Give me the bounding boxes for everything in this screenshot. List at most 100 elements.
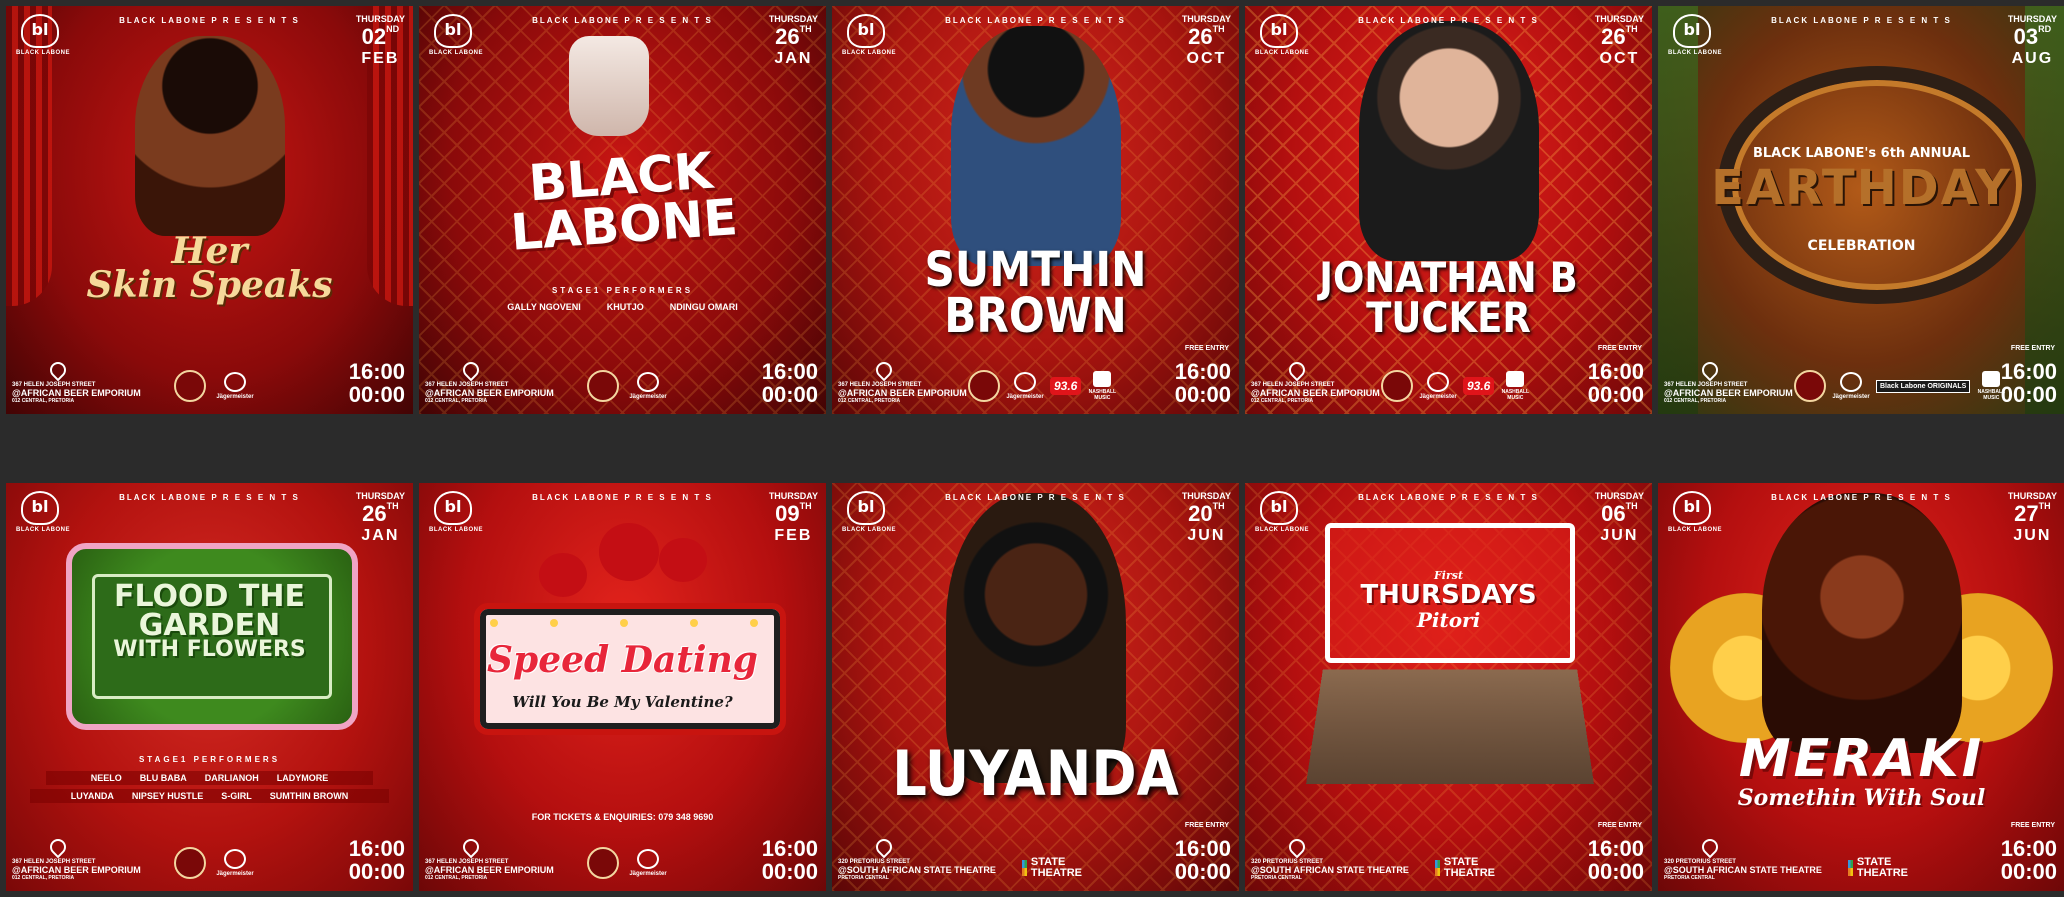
jagermeister-logo: Jägermeister xyxy=(629,372,667,400)
event-times: 16:00 00:00 xyxy=(762,360,818,406)
venue-block: 367 HELEN JOSEPH STREET @AFRICAN BEER EMP… xyxy=(425,358,555,404)
event-date: THURSDAY 26TH JAN xyxy=(356,491,405,545)
poster-her-skin-speaks[interactable]: bl BLACK LABONE BLACK LABONE P R E S E N … xyxy=(6,6,413,414)
performer-photo xyxy=(134,36,285,236)
poster-earthday-celebration[interactable]: bl BLACK LABONE BLACK LABONE P R E S E N … xyxy=(1658,6,2064,414)
date-weekday: THURSDAY xyxy=(1594,491,1644,501)
date-month: JUN xyxy=(2013,527,2052,544)
sponsors: STATE THEATRE xyxy=(1022,857,1082,879)
venue-name: @AFRICAN BEER EMPORIUM xyxy=(12,865,141,875)
marquee-bulb xyxy=(750,619,758,627)
end-time: 00:00 xyxy=(761,858,818,884)
performer-name: NIPSEY HUSTLE xyxy=(131,791,204,801)
date-day: 27TH xyxy=(2008,501,2057,527)
venue-area: 012 CENTRAL, PRETORIA xyxy=(1251,398,1314,404)
jagermeister-logo: Jägermeister xyxy=(216,849,254,877)
location-pin-icon xyxy=(459,358,483,382)
title-line-2: GARDEN xyxy=(138,607,281,643)
event-times: 16:00 00:00 xyxy=(349,837,405,883)
date-day-suffix: TH xyxy=(1625,501,1638,511)
marquee-bulb xyxy=(490,619,498,627)
performer-photo xyxy=(1761,493,1962,753)
heart-balloon-icon xyxy=(659,538,707,582)
poster-meraki[interactable]: bl BLACK LABONE BLACK LABONE P R E S E N … xyxy=(1658,483,2064,891)
sponsors: Jägermeister xyxy=(174,847,254,879)
date-month: FEB xyxy=(361,50,400,67)
venue-area: PRETORIA CENTRAL xyxy=(838,875,889,881)
poster-sumthin-brown[interactable]: bl BLACK LABONE BLACK LABONE P R E S E N … xyxy=(832,6,1239,414)
venue-block: 320 PRETORIUS STREET @SOUTH AFRICAN STATE… xyxy=(1251,835,1409,881)
seal-icon xyxy=(1381,370,1413,402)
venue-name: @AFRICAN BEER EMPORIUM xyxy=(425,865,554,875)
location-pin-icon xyxy=(46,358,70,382)
event-title: Her Skin Speaks xyxy=(6,233,413,303)
poster-first-thursdays-pitori[interactable]: bl BLACK LABONE BLACK LABONE P R E S E N … xyxy=(1245,483,1652,891)
free-entry-label: FREE ENTRY xyxy=(2010,822,2055,829)
poster-jonathan-b-tucker[interactable]: bl BLACK LABONE BLACK LABONE P R E S E N … xyxy=(1245,6,1652,414)
date-day: 06TH xyxy=(1595,501,1644,527)
lineup-row-2: LUYANDA NIPSEY HUSTLE S-GIRL SUMTHIN BRO… xyxy=(30,789,389,803)
annual-label: BLACK LABONE's 6th ANNUAL xyxy=(1752,146,1971,161)
event-date: THURSDAY 06TH JUN xyxy=(1595,491,1644,545)
performer-name: S-GIRL xyxy=(221,791,252,801)
venue-area: PRETORIA CENTRAL xyxy=(1251,875,1302,881)
end-time: 00:00 xyxy=(1174,381,1231,407)
sponsors: Jägermeister xyxy=(174,370,254,402)
poster-row-2: bl BLACK LABONE BLACK LABONE P R E S E N … xyxy=(6,483,2064,891)
start-time: 16:00 xyxy=(761,358,818,384)
date-day-number: 20 xyxy=(1188,501,1213,526)
radio-station-logo: 93.6 xyxy=(1050,377,1082,395)
start-time: 16:00 xyxy=(761,835,818,861)
event-title: FLOOD THE GARDEN WITH FLOWERS xyxy=(6,582,413,661)
date-weekday: THURSDAY xyxy=(768,14,818,24)
event-times: 16:00 00:00 xyxy=(1175,837,1231,883)
presents-text: BLACK LABONE P R E S E N T S xyxy=(532,493,713,502)
date-month: OCT xyxy=(1186,50,1227,67)
presents-text: BLACK LABONE P R E S E N T S xyxy=(945,493,1126,502)
date-day-suffix: RD xyxy=(2038,24,2052,34)
presents-text: BLACK LABONE P R E S E N T S xyxy=(1771,16,1952,25)
event-times: 16:00 00:00 xyxy=(1175,360,1231,406)
venue-area: 012 CENTRAL, PRETORIA xyxy=(1664,398,1727,404)
radio-station-logo: 93.6 xyxy=(1463,377,1495,395)
sponsors: Jägermeister 93.6 NASHBALL MUSIC xyxy=(1381,370,1530,402)
date-day-suffix: TH xyxy=(1212,501,1225,511)
location-pin-icon xyxy=(1285,358,1309,382)
tickets-info: FOR TICKETS & ENQUIRIES: 079 348 9690 xyxy=(531,812,714,822)
end-time: 00:00 xyxy=(1174,858,1231,884)
date-weekday: THURSDAY xyxy=(1181,491,1231,501)
start-time: 16:00 xyxy=(348,835,405,861)
poster-luyanda[interactable]: bl BLACK LABONE BLACK LABONE P R E S E N … xyxy=(832,483,1239,891)
event-date: THURSDAY 02ND FEB xyxy=(356,14,405,68)
marquee-bulb xyxy=(620,619,628,627)
poster-speed-dating[interactable]: bl BLACK LABONE BLACK LABONE P R E S E N … xyxy=(419,483,826,891)
date-month: FEB xyxy=(774,527,813,544)
state-theatre-logo: STATE THEATRE xyxy=(1435,857,1495,879)
poster-flood-the-garden[interactable]: bl BLACK LABONE BLACK LABONE P R E S E N … xyxy=(6,483,413,891)
end-time: 00:00 xyxy=(1587,858,1644,884)
event-date: THURSDAY 20TH JUN xyxy=(1182,491,1231,545)
event-times: 16:00 00:00 xyxy=(349,360,405,406)
title-line-2: BROWN xyxy=(944,287,1127,344)
poster-black-labone[interactable]: bl BLACK LABONE BLACK LABONE P R E S E N … xyxy=(419,6,826,414)
venue-block: 367 HELEN JOSEPH STREET @AFRICAN BEER EMP… xyxy=(838,358,968,404)
performer-name: KHUTJO xyxy=(606,302,644,312)
venue-block: 320 PRETORIUS STREET @SOUTH AFRICAN STATE… xyxy=(1664,835,1822,881)
venue-area: 012 CENTRAL, PRETORIA xyxy=(12,875,75,881)
start-time: 16:00 xyxy=(2000,835,2057,861)
title-line-1: JONATHAN B xyxy=(1319,253,1578,302)
end-time: 00:00 xyxy=(1587,381,1644,407)
presents-text: BLACK LABONE P R E S E N T S xyxy=(1771,493,1952,502)
date-day-suffix: TH xyxy=(799,501,812,511)
date-day-number: 26 xyxy=(775,24,800,49)
title-line-2: TUCKER xyxy=(1366,292,1531,342)
event-title: Speed Dating xyxy=(487,639,758,681)
sponsors: STATE THEATRE xyxy=(1435,857,1495,879)
state-theatre-logo: STATE THEATRE xyxy=(1848,857,1908,879)
date-weekday: THURSDAY xyxy=(2007,491,2057,501)
date-day: 03RD xyxy=(2008,24,2057,50)
logo-text: BLACK LABONE xyxy=(1668,527,1722,533)
venue-name: @AFRICAN BEER EMPORIUM xyxy=(838,388,967,398)
event-times: 16:00 00:00 xyxy=(2001,360,2057,406)
date-day-number: 26 xyxy=(1188,24,1213,49)
